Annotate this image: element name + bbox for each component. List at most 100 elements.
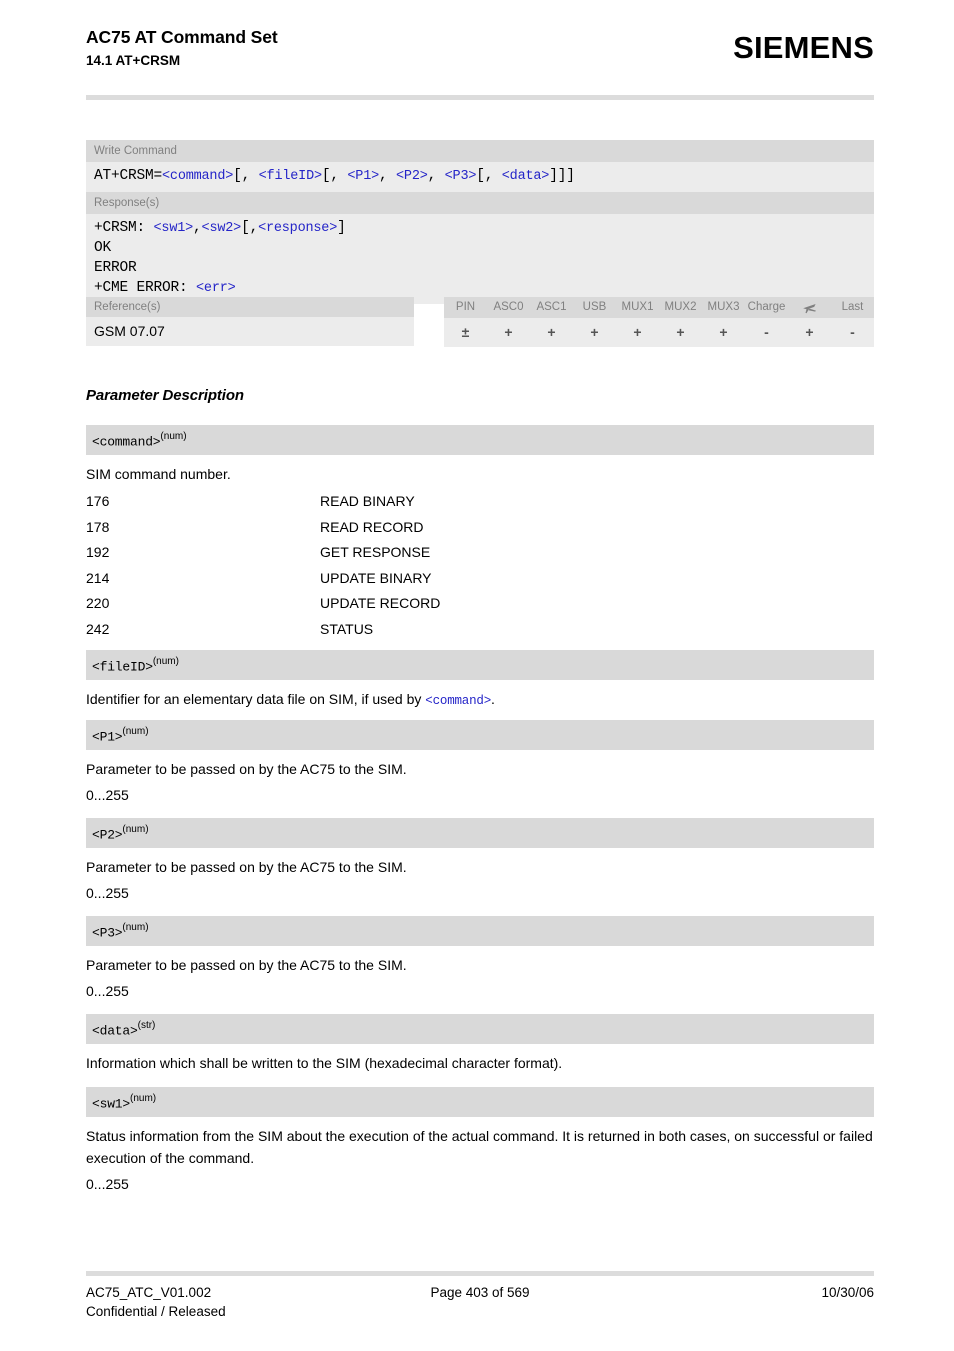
- parameter-type: (num): [122, 824, 149, 835]
- write-command-syntax: AT+CRSM=<command>[, <fileID>[, <P1>, <P2…: [86, 162, 874, 192]
- responses-block: +CRSM: <sw1>,<sw2>[,<response>] OK ERROR +C…: [86, 214, 874, 304]
- parameter-block: <P3>(num) Parameter to be passed on by th…: [86, 916, 874, 1002]
- parameter-name: <P3>: [92, 925, 123, 941]
- siemens-logo: SIEMENS: [733, 30, 874, 65]
- parameter-description: Information which shall be written to th…: [86, 1055, 563, 1072]
- syntax-token: <sw2>: [201, 221, 242, 236]
- parameter-range: 0...255: [86, 885, 129, 902]
- syntax-token: <command>: [162, 169, 234, 184]
- response-line: ERROR: [94, 258, 866, 278]
- interface-column-header: Charge: [747, 301, 786, 313]
- parameter-body: SIM command number. 176 READ BINARY 178 READ…: [86, 455, 874, 642]
- interface-column-header: MUX2: [664, 301, 697, 313]
- header-divider: [86, 95, 874, 100]
- parameter-header: <fileID>(num): [86, 650, 874, 681]
- syntax-token: OK: [94, 240, 112, 256]
- syntax-token: ,: [379, 168, 397, 184]
- response-line: +CME ERROR: <err>: [94, 278, 866, 298]
- command-description: UPDATE BINARY: [320, 569, 432, 586]
- write-command-label: Write Command: [86, 140, 874, 162]
- interface-column-header: USB: [582, 301, 607, 313]
- parameter-block: <sw1>(num) Status information from the SI…: [86, 1087, 874, 1195]
- parameter-description: Parameter to be passed on by the AC75 to…: [86, 957, 407, 974]
- parameter-description: Parameter to be passed on by the AC75 to…: [86, 859, 407, 876]
- command-number: 178: [86, 518, 110, 535]
- syntax-token: +CME ERROR:: [94, 280, 197, 296]
- parameter-body: Parameter to be passed on by the AC75 to…: [86, 848, 874, 904]
- at-command-line: AT+CRSM=<command>[, <fileID>[, <P1>, <P2…: [94, 166, 866, 186]
- footer-page-number: Page 403 of 569: [430, 1285, 530, 1300]
- table-row: 220 UPDATE RECORD: [86, 591, 874, 617]
- command-number: 192: [86, 544, 110, 561]
- document-page: AC75 AT Command Set 14.1 AT+CRSM SIEMENS…: [0, 0, 954, 1351]
- interface-support-value: +: [504, 323, 513, 340]
- syntax-token: <P2>: [396, 169, 428, 184]
- parameter-body: Identifier for an elementary data file o…: [86, 680, 874, 712]
- responses-label: Response(s): [86, 192, 874, 214]
- parameter-block: <P1>(num) Parameter to be passed on by th…: [86, 720, 874, 806]
- reference-and-interface-strip: Reference(s) GSM 07.07 PIN ASC0 ASC1 USB MUX…: [86, 297, 874, 347]
- parameter-name: <fileID>: [92, 659, 153, 675]
- command-description: STATUS: [320, 620, 374, 637]
- parameter-header: <P2>(num): [86, 818, 874, 849]
- syntax-token: [,: [321, 168, 348, 184]
- parameter-type: (num): [160, 431, 187, 442]
- interface-support-value: +: [547, 323, 556, 340]
- syntax-token: <P3>: [444, 169, 477, 184]
- parameter-name: <command>: [92, 434, 161, 450]
- table-row: 176 READ BINARY: [86, 489, 874, 515]
- interface-column-header: ASC0: [493, 301, 524, 313]
- reference-value: GSM 07.07: [86, 317, 414, 346]
- interface-column-header: MUX3: [707, 301, 740, 313]
- interface-support-value: +: [805, 323, 814, 340]
- syntax-token: <response>: [258, 221, 338, 236]
- parameter-name: <data>: [92, 1023, 138, 1039]
- table-row: 178 READ RECORD: [86, 515, 874, 541]
- parameter-description: SIM command number.: [86, 466, 231, 483]
- parameter-header: <P1>(num): [86, 720, 874, 751]
- interface-support-value: -: [850, 323, 855, 340]
- parameter-header: <sw1>(num): [86, 1087, 874, 1118]
- parameter-type: (num): [130, 1093, 157, 1104]
- reference-block: Reference(s) GSM 07.07: [86, 297, 414, 346]
- response-line: OK: [94, 238, 866, 258]
- parameter-name: <sw1>: [92, 1096, 131, 1112]
- parameter-body: Parameter to be passed on by the AC75 to…: [86, 750, 874, 806]
- parameter-range: 0...255: [86, 1176, 129, 1193]
- airplane-icon: [788, 297, 831, 318]
- interface-support-value: +: [676, 323, 685, 340]
- syntax-token: <fileID>: [258, 169, 322, 184]
- parameter-description-heading: Parameter Description: [86, 387, 244, 404]
- parameter-type: (num): [152, 656, 179, 667]
- syntax-token: [,: [241, 220, 259, 236]
- parameter-block: <P2>(num) Parameter to be passed on by th…: [86, 818, 874, 904]
- parameter-description: Identifier for an elementary data file o…: [86, 691, 495, 709]
- interface-column-header: PIN: [455, 301, 476, 313]
- syntax-token: <data>: [501, 169, 550, 184]
- parameter-name: <P1>: [92, 729, 123, 745]
- syntax-token: ,: [427, 168, 445, 184]
- document-footer: AC75_ATC_V01.002 Page 403 of 569 10/30/0…: [86, 1283, 874, 1321]
- footer-date: 10/30/06: [821, 1285, 874, 1300]
- command-description: READ BINARY: [320, 493, 415, 510]
- syntax-token: [,: [476, 168, 502, 184]
- table-row: 192 GET RESPONSE: [86, 540, 874, 566]
- interface-support-value: +: [633, 323, 642, 340]
- command-description: GET RESPONSE: [320, 544, 431, 561]
- interface-table-header: PIN ASC0 ASC1 USB MUX1 MUX2 MUX3 Charge Last: [444, 297, 874, 318]
- parameter-type: (num): [122, 922, 149, 933]
- table-row: 242 STATUS: [86, 617, 874, 643]
- footer-classification: Confidential / Released: [86, 1304, 226, 1319]
- interface-column-header: Last: [841, 301, 864, 313]
- syntax-token: ERROR: [94, 260, 137, 276]
- interface-support-value: ±: [461, 323, 470, 340]
- command-description: UPDATE RECORD: [320, 595, 441, 612]
- parameter-body: Parameter to be passed on by the AC75 to…: [86, 946, 874, 1002]
- reference-label: Reference(s): [86, 297, 414, 317]
- footer-divider: [86, 1271, 874, 1276]
- syntax-token: ]: [337, 220, 346, 236]
- interface-support-value: +: [719, 323, 728, 340]
- parameter-description: Parameter to be passed on by the AC75 to…: [86, 761, 407, 778]
- interface-table-values: ± + + + + + + - + -: [444, 317, 874, 347]
- parameter-range: 0...255: [86, 983, 129, 1000]
